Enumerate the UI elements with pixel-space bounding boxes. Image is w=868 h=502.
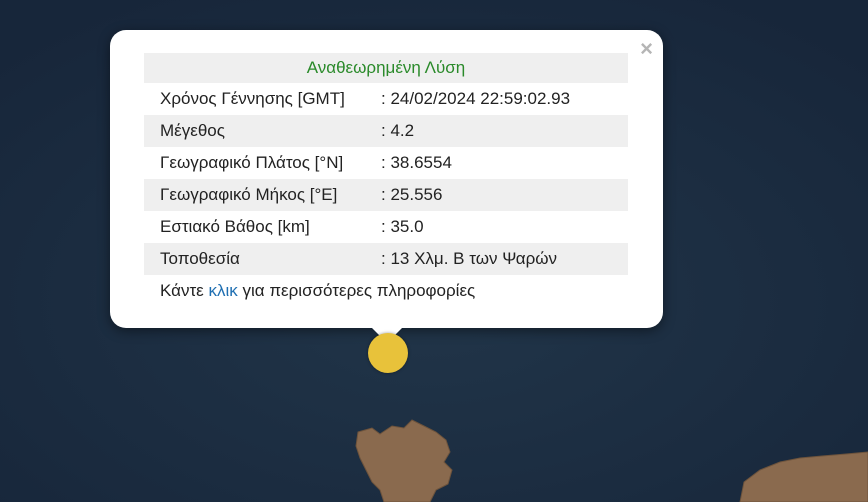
earthquake-info-popup: × Αναθεωρημένη Λύση Χρόνος Γέννησης [GMT…	[110, 30, 663, 328]
origin-time-value: : 24/02/2024 22:59:02.93	[381, 89, 571, 108]
depth-label: Εστιακό Βάθος [km]	[160, 217, 310, 236]
longitude-value: : 25.556	[381, 185, 443, 204]
origin-time-label: Χρόνος Γέννησης [GMT]	[160, 89, 345, 108]
location-value: : 13 Χλμ. Β των Ψαρών	[381, 249, 558, 268]
more-info-suffix: για περισσότερες πληροφορίες	[237, 281, 476, 300]
magnitude-value: : 4.2	[381, 121, 415, 140]
row-magnitude: Μέγεθος : 4.2	[144, 115, 628, 147]
row-location: Τοποθεσία : 13 Χλμ. Β των Ψαρών	[144, 243, 628, 275]
depth-value: : 35.0	[381, 217, 424, 236]
latitude-value: : 38.6554	[381, 153, 452, 172]
magnitude-label: Μέγεθος	[160, 121, 225, 140]
row-longitude: Γεωγραφικό Μήκος [°E] : 25.556	[144, 179, 628, 211]
info-table: Αναθεωρημένη Λύση Χρόνος Γέννησης [GMT] …	[144, 53, 628, 307]
latitude-label: Γεωγραφικό Πλάτος [°N]	[160, 153, 344, 172]
row-origin-time: Χρόνος Γέννησης [GMT] : 24/02/2024 22:59…	[144, 83, 628, 115]
more-info-prefix: Κάντε	[160, 281, 209, 300]
row-latitude: Γεωγραφικό Πλάτος [°N] : 38.6554	[144, 147, 628, 179]
location-label: Τοποθεσία	[160, 249, 240, 268]
earthquake-marker[interactable]	[368, 333, 408, 373]
longitude-label: Γεωγραφικό Μήκος [°E]	[160, 185, 338, 204]
more-info-line: Κάντε κλικ για περισσότερες πληροφορίες	[144, 275, 628, 307]
row-depth: Εστιακό Βάθος [km] : 35.0	[144, 211, 628, 243]
close-icon[interactable]: ×	[640, 38, 653, 60]
more-info-link[interactable]: κλικ	[208, 281, 237, 300]
popup-title: Αναθεωρημένη Λύση	[144, 53, 628, 83]
